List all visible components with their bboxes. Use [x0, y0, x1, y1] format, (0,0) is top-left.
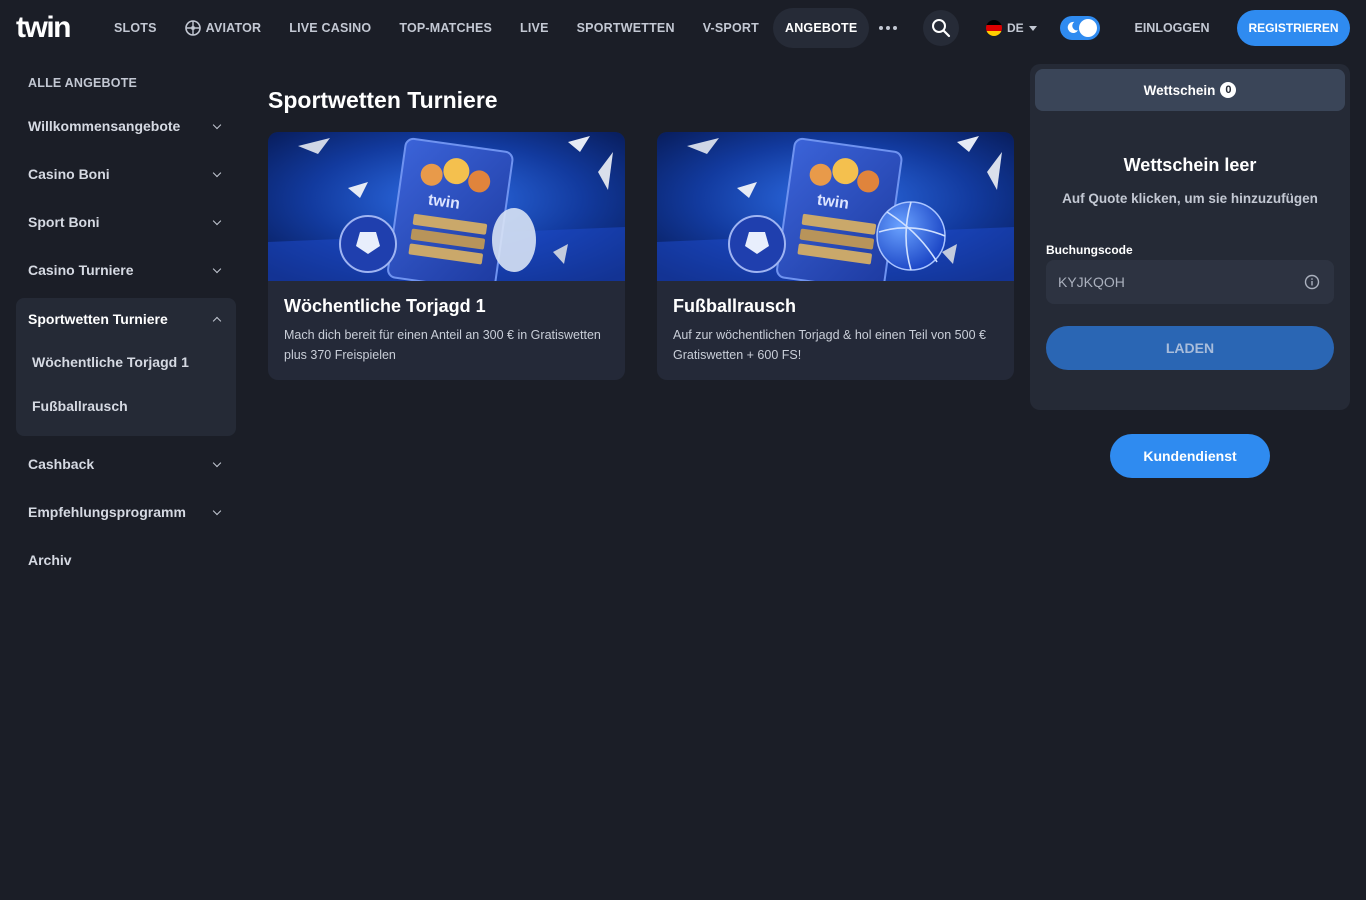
- nav-live-casino[interactable]: LIVE CASINO: [275, 8, 385, 48]
- sidebar-item-cashback[interactable]: Cashback: [16, 440, 236, 488]
- language-label: DE: [1007, 21, 1024, 35]
- betslip-tab-label: Wettschein: [1143, 82, 1216, 98]
- chevron-down-icon: [212, 458, 222, 467]
- nav-v-sport[interactable]: V-SPORT: [689, 8, 773, 48]
- sidebar-item-casino-boni[interactable]: Casino Boni: [16, 150, 236, 198]
- chevron-up-icon: [212, 316, 222, 325]
- language-selector[interactable]: DE: [986, 18, 1037, 38]
- top-header: twin SLOTS AVIATOR LIVE CASINO TOP-MATCH…: [0, 0, 1366, 56]
- search-button[interactable]: [923, 10, 959, 46]
- betslip-panel: Wettschein 0 Wettschein leer Auf Quote k…: [1030, 64, 1350, 410]
- promo-banner-image: twin: [657, 132, 1014, 281]
- chevron-down-icon: [212, 216, 222, 225]
- promo-card-title: Fußballrausch: [673, 296, 797, 316]
- nav-angebote[interactable]: ANGEBOTE: [772, 8, 870, 48]
- theme-toggle[interactable]: [1060, 16, 1100, 40]
- nav-top-matches-label: TOP-MATCHES: [399, 21, 493, 35]
- sidebar-item-label: Casino Turniere: [28, 262, 134, 278]
- sidebar-group-sportwetten-turniere: Sportwetten Turniere Wöchentliche Torjag…: [16, 298, 236, 436]
- nav-slots-label: SLOTS: [114, 21, 157, 35]
- sidebar-item-label: Cashback: [28, 456, 95, 472]
- nav-live[interactable]: LIVE: [506, 8, 563, 48]
- betslip-tab[interactable]: Wettschein 0: [1035, 69, 1345, 111]
- booking-code-input[interactable]: [1046, 260, 1296, 304]
- main-nav: SLOTS AVIATOR LIVE CASINO TOP-MATCHES LI…: [100, 8, 907, 48]
- betslip-empty-subtitle: Auf Quote klicken, um sie hinzuzufügen: [1062, 191, 1318, 206]
- promo-banner-image: twin: [268, 132, 625, 281]
- betslip-empty-title: Wettschein leer: [1123, 155, 1257, 175]
- page-title: Sportwetten Turniere: [268, 87, 498, 113]
- search-icon: [932, 19, 951, 38]
- nav-top-matches[interactable]: TOP-MATCHES: [385, 8, 506, 48]
- nav-live-label: LIVE: [520, 21, 549, 35]
- register-button[interactable]: REGISTRIEREN: [1237, 10, 1350, 46]
- promo-card-woechentliche-torjagd[interactable]: twin Wöchentliche Torjagd 1 Mach dich be…: [268, 132, 625, 380]
- moon-icon: [1067, 21, 1079, 33]
- nav-aviator[interactable]: AVIATOR: [171, 8, 276, 48]
- promo-card-description: Auf zur wöchentlichen Torjagd & hol eine…: [673, 328, 986, 362]
- offers-sidebar: ALLE ANGEBOTE Willkommensangebote Casino…: [16, 64, 236, 584]
- toggle-knob: [1079, 19, 1097, 37]
- nav-aviator-label: AVIATOR: [205, 21, 262, 35]
- chevron-down-icon: [212, 264, 222, 273]
- info-icon[interactable]: [1304, 274, 1320, 290]
- caret-down-icon: [1028, 25, 1037, 31]
- betslip-count-badge: 0: [1220, 82, 1237, 98]
- promo-card-fussballrausch[interactable]: twin Fußballrausch Auf zur wöchentlichen…: [657, 132, 1014, 380]
- booking-code-label: Buchungscode: [1046, 243, 1133, 257]
- chevron-down-icon: [212, 120, 222, 129]
- sidebar-item-sport-boni[interactable]: Sport Boni: [16, 198, 236, 246]
- nav-sportwetten-label: SPORTWETTEN: [576, 21, 675, 35]
- sidebar-item-label: Empfehlungsprogramm: [28, 504, 186, 520]
- login-button[interactable]: EINLOGGEN: [1124, 10, 1220, 46]
- sidebar-item-sportwetten-turniere[interactable]: Sportwetten Turniere: [16, 298, 236, 340]
- sidebar-item-label: Archiv: [28, 552, 72, 568]
- more-dots-icon[interactable]: [869, 8, 907, 48]
- load-button[interactable]: LADEN: [1046, 326, 1334, 370]
- twin-logo[interactable]: twin: [16, 12, 86, 44]
- nav-live-casino-label: LIVE CASINO: [289, 21, 372, 35]
- sidebar-item-willkommensangebote[interactable]: Willkommensangebote: [16, 102, 236, 150]
- customer-service-button[interactable]: Kundendienst: [1110, 434, 1270, 478]
- promo-card-title: Wöchentliche Torjagd 1: [284, 296, 486, 316]
- nav-angebote-label: ANGEBOTE: [784, 21, 858, 35]
- sidebar-item-archiv[interactable]: Archiv: [16, 536, 236, 584]
- sidebar-item-label: Willkommensangebote: [28, 118, 181, 134]
- germany-flag-icon: [986, 20, 1002, 36]
- promo-card-description: Mach dich bereit für einen Anteil an 300…: [284, 328, 601, 362]
- aviator-icon: [184, 20, 201, 36]
- nav-slots[interactable]: SLOTS: [100, 8, 171, 48]
- sidebar-all-offers[interactable]: ALLE ANGEBOTE: [16, 64, 236, 102]
- sidebar-item-label: Sport Boni: [28, 214, 100, 230]
- sidebar-subitem-woechentliche-torjagd[interactable]: Wöchentliche Torjagd 1: [16, 340, 236, 384]
- sidebar-item-casino-turniere[interactable]: Casino Turniere: [16, 246, 236, 294]
- sidebar-item-label: Sportwetten Turniere: [28, 311, 168, 327]
- chevron-down-icon: [212, 506, 222, 515]
- svg-text:twin: twin: [16, 12, 70, 44]
- booking-code-field: [1046, 260, 1334, 304]
- chevron-down-icon: [212, 168, 222, 177]
- sidebar-subitem-fussballrausch[interactable]: Fußballrausch: [16, 384, 236, 428]
- nav-sportwetten[interactable]: SPORTWETTEN: [563, 8, 689, 48]
- sidebar-item-label: Casino Boni: [28, 166, 110, 182]
- sidebar-item-empfehlungsprogramm[interactable]: Empfehlungsprogramm: [16, 488, 236, 536]
- nav-v-sport-label: V-SPORT: [702, 21, 759, 35]
